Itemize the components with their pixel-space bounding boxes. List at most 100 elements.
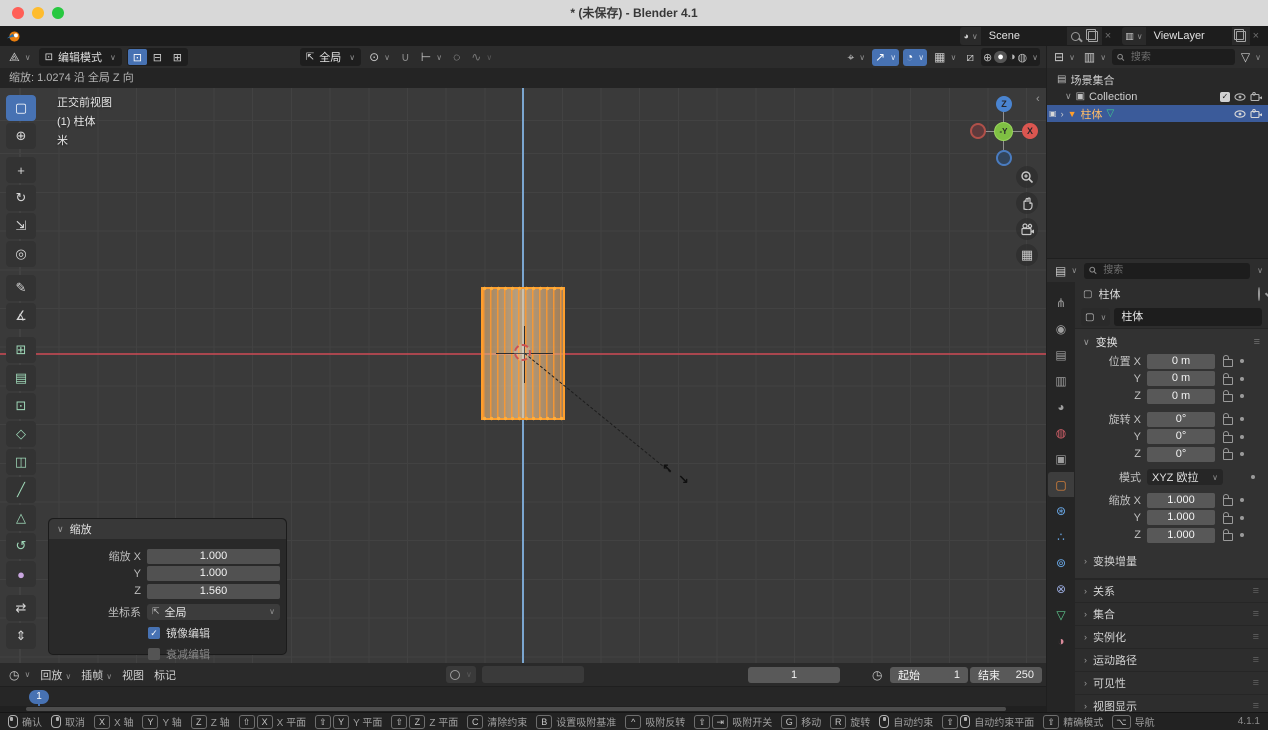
tool-button[interactable]: ╱ — [6, 477, 36, 503]
shading-wireframe-button[interactable]: ⊕ — [983, 51, 992, 64]
panel-options-icon[interactable]: ≡ — [1254, 336, 1260, 348]
properties-search[interactable] — [1084, 263, 1250, 279]
scrollbar-handle[interactable] — [26, 707, 1006, 711]
outliner-filter-button[interactable]: ▽∨ — [1238, 50, 1264, 64]
orientation-select[interactable]: ⇱ 全局 ∨ — [147, 604, 280, 620]
lock-icon[interactable] — [1223, 417, 1233, 425]
stopwatch-icon[interactable]: ◷ — [872, 668, 882, 682]
frame-end-field[interactable]: 结束250 — [970, 667, 1042, 683]
snap-target-dropdown[interactable]: ⊢∨ — [418, 50, 445, 64]
remove-viewlayer-icon[interactable]: × — [1250, 30, 1262, 42]
scale-axis-value[interactable]: 1.560 — [147, 584, 280, 599]
location-value-field[interactable]: 0 m — [1147, 389, 1215, 404]
transform-section-header[interactable]: ∨ 变换 ≡ — [1075, 332, 1268, 352]
pivot-point-dropdown[interactable]: ⊙∨ — [366, 50, 393, 64]
properties-tab[interactable]: ▤ — [1048, 342, 1074, 367]
collection-expand-icon[interactable]: ∨ — [1065, 91, 1072, 102]
object-name-field[interactable]: 柱体 — [1114, 308, 1262, 326]
outliner-search-input[interactable] — [1129, 51, 1230, 64]
tool-button[interactable]: + — [6, 157, 36, 183]
properties-tab[interactable]: ∴ — [1048, 524, 1074, 549]
scale-axis-value[interactable]: 1.000 — [147, 566, 280, 581]
animate-dot[interactable] — [1240, 377, 1244, 381]
properties-section-collapsed[interactable]: › 运动路径 ≡ — [1075, 648, 1268, 671]
animate-dot[interactable] — [1240, 498, 1244, 502]
properties-tab[interactable]: ◉ — [1048, 316, 1074, 341]
panel-options-icon[interactable]: ≡ — [1253, 608, 1259, 620]
gizmo-z-axis[interactable]: Z — [996, 96, 1012, 112]
tool-button[interactable]: ◫ — [6, 449, 36, 475]
timeline-menu-item[interactable]: 标记 — [149, 667, 181, 683]
lock-icon[interactable] — [1223, 452, 1233, 460]
show-gizmo-dropdown[interactable]: ⌖∨ — [845, 50, 869, 65]
scale-value-field[interactable]: 1.000 — [1147, 528, 1215, 543]
gizmo-neg-z-axis[interactable] — [996, 150, 1012, 166]
falloff-editing-checkbox[interactable] — [148, 648, 160, 660]
panel-options-icon[interactable]: ≡ — [1253, 677, 1259, 689]
object-expand-icon[interactable]: › — [1061, 109, 1064, 119]
timeline-menu-item[interactable]: 插帧∨ — [76, 667, 117, 683]
rotation-value-field[interactable]: 0° — [1147, 447, 1215, 462]
scale-axis-value[interactable]: 1.000 — [147, 549, 280, 564]
animate-dot[interactable] — [1240, 417, 1244, 421]
location-value-field[interactable]: 0 m — [1147, 354, 1215, 369]
properties-section-collapsed[interactable]: › 可见性 ≡ — [1075, 671, 1268, 694]
timeline-menu-item[interactable]: 回放∨ — [35, 667, 76, 683]
animate-dot[interactable] — [1240, 394, 1244, 398]
properties-tab[interactable]: ▣ — [1048, 446, 1074, 471]
properties-tab[interactable]: ⊚ — [1048, 550, 1074, 575]
animate-dot[interactable] — [1240, 516, 1244, 520]
outliner-search[interactable] — [1112, 49, 1235, 65]
frame-start-field[interactable]: 起始1 — [890, 667, 968, 683]
lock-icon[interactable] — [1223, 394, 1233, 402]
lock-icon[interactable] — [1223, 435, 1233, 443]
tool-button[interactable]: ⇄ — [6, 595, 36, 621]
properties-tab[interactable]: ◑ — [1048, 628, 1074, 653]
gizmo-neg-y-axis[interactable]: -Y — [994, 122, 1013, 141]
location-value-field[interactable]: 0 m — [1147, 371, 1215, 386]
object-id-icon[interactable]: ▢∨ — [1081, 308, 1110, 326]
tool-button[interactable]: ∡ — [6, 303, 36, 329]
tool-button[interactable]: ◎ — [6, 241, 36, 267]
edge-select-button[interactable]: ⊟ — [148, 49, 167, 65]
scale-value-field[interactable]: 1.000 — [1147, 493, 1215, 508]
properties-tab[interactable]: ◍ — [1048, 420, 1074, 445]
current-frame-field[interactable]: 1 — [748, 667, 840, 683]
toggle-ortho-button[interactable]: ▦ — [1016, 244, 1038, 266]
lock-icon[interactable] — [1223, 377, 1233, 385]
mirror-editing-checkbox[interactable]: ✓ — [148, 627, 160, 639]
tool-button[interactable]: ◇ — [6, 421, 36, 447]
tool-button[interactable]: △ — [6, 505, 36, 531]
outliner-filter-mode-button[interactable]: ▥∨ — [1081, 50, 1109, 64]
render-visibility-icon[interactable] — [1250, 92, 1262, 101]
render-pass-icon[interactable]: ⧄ — [963, 50, 977, 65]
minimize-window-button[interactable] — [32, 7, 44, 19]
properties-editor-type-button[interactable]: ▤∨ — [1052, 264, 1080, 278]
lock-icon[interactable] — [1223, 516, 1233, 524]
lock-icon[interactable] — [1223, 498, 1233, 506]
shading-rendered-button[interactable]: ◍ — [1018, 51, 1028, 64]
properties-tab[interactable]: ▢ — [1048, 472, 1074, 497]
mode-dropdown[interactable]: ⊡ 编辑模式 ∨ — [39, 48, 122, 66]
viewport-3d[interactable]: 正交前视图 (1) 柱体 米 ▢⊕+↻⇲◎✎∡⊞▤⊡◇◫╱△↺●⇄⇕ ↖ ↘ Z… — [0, 88, 1046, 663]
pan-button[interactable] — [1016, 192, 1038, 214]
panel-options-icon[interactable]: ≡ — [1253, 631, 1259, 643]
outliner-row-scene-collection[interactable]: ▤ 场景集合 — [1047, 71, 1268, 88]
new-scene-button[interactable] — [1084, 27, 1102, 45]
outliner-display-mode-button[interactable]: ⊟∨ — [1051, 50, 1078, 64]
tool-button[interactable]: ↻ — [6, 185, 36, 211]
tool-button[interactable]: ⇲ — [6, 213, 36, 239]
animate-dot[interactable] — [1240, 435, 1244, 439]
current-frame-badge[interactable]: 1 — [29, 690, 49, 704]
viewlayer-name[interactable]: ViewLayer — [1146, 27, 1232, 45]
tool-button[interactable]: ⊕ — [6, 123, 36, 149]
tool-button[interactable]: ⊡ — [6, 393, 36, 419]
transform-orientation-dropdown[interactable]: ⇱ 全局 ∨ — [300, 48, 361, 66]
sidebar-toggle-icon[interactable]: ‹ — [1036, 93, 1040, 105]
properties-tab[interactable]: ⊛ — [1048, 498, 1074, 523]
scene-name[interactable]: Scene — [981, 27, 1067, 45]
render-visibility-icon[interactable] — [1250, 109, 1262, 118]
zoom-window-button[interactable] — [52, 7, 64, 19]
shading-material-button[interactable]: ◑ — [1009, 51, 1016, 63]
scene-icon[interactable]: ◕∨ — [960, 27, 980, 45]
